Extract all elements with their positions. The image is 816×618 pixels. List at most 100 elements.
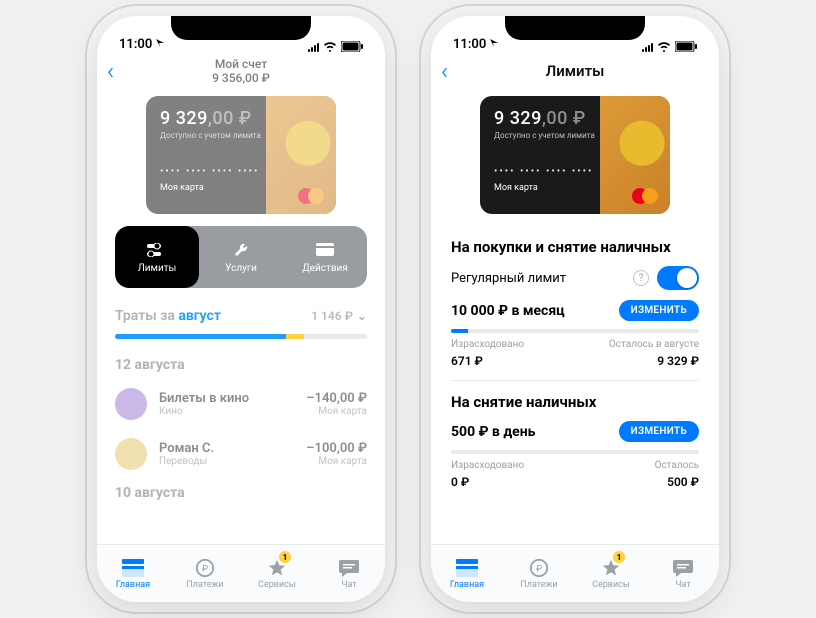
wifi-icon <box>657 41 671 52</box>
page-title: Лимиты <box>546 62 605 80</box>
wifi-icon <box>323 41 337 52</box>
tab-payments[interactable]: ₽ Платежи <box>503 545 575 602</box>
tab-payments[interactable]: ₽ Платежи <box>169 545 241 602</box>
back-button[interactable]: ‹ <box>441 57 448 85</box>
tx-amount: –140,00 ₽ <box>306 391 367 406</box>
tab-services[interactable]: Услуги <box>199 226 283 288</box>
tab-payments-label: Платежи <box>520 580 557 590</box>
tab-chat-label: Чат <box>675 580 690 590</box>
cellular-icon <box>642 42 653 52</box>
card-icon <box>316 241 334 259</box>
change-button[interactable]: ИЗМЕНИТЬ <box>619 300 699 321</box>
mastercard-icon <box>632 188 658 204</box>
tx-title: Билеты в кино <box>159 391 294 406</box>
notch <box>505 16 645 40</box>
svg-text:₽: ₽ <box>536 564 542 574</box>
phone-account: 11:00 ‹ Мой счет 9 356,00 ₽ 9 329,00 ₽ Д… <box>97 16 385 602</box>
tab-chat[interactable]: Чат <box>647 545 719 602</box>
tab-home[interactable]: Главная <box>431 545 503 602</box>
spending-progress <box>115 334 367 339</box>
tx-amount: –100,00 ₽ <box>306 441 367 456</box>
battery-icon <box>341 41 363 52</box>
payments-icon: ₽ <box>528 558 550 578</box>
chat-icon <box>338 558 360 578</box>
limit-amount: 500 ₽ в день <box>451 424 535 440</box>
action-tabs: Лимиты Услуги Действия <box>115 226 367 288</box>
back-button[interactable]: ‹ <box>107 57 114 85</box>
spent-value: 671 ₽ <box>451 354 483 368</box>
spend-month: август <box>178 308 221 324</box>
card-number-mask: •••• •••• •••• •••• <box>160 166 322 177</box>
card-subtitle: Доступно с учетом лимита <box>160 131 322 140</box>
tab-services[interactable]: 1 Сервисы <box>575 545 647 602</box>
bank-card[interactable]: 9 329,00 ₽ Доступно с учетом лимита ••••… <box>146 96 336 214</box>
toggle-label: Регулярный лимит <box>451 271 566 286</box>
transaction-row[interactable]: Роман С. Переводы –100,00 ₽ Моя карта <box>97 429 385 479</box>
category-icon <box>115 388 147 420</box>
navbar: ‹ Лимиты <box>431 54 719 88</box>
tx-category: Переводы <box>159 456 294 467</box>
left-label: Осталось <box>655 460 699 471</box>
tx-source: Моя карта <box>306 456 367 467</box>
limits-icon <box>147 241 167 259</box>
cellular-icon <box>308 42 319 52</box>
date-header: 12 августа <box>97 351 385 379</box>
status-time: 11:00 <box>119 37 165 52</box>
spend-prefix: Траты за <box>115 308 175 324</box>
home-icon <box>122 558 144 578</box>
tab-home-label: Главная <box>116 580 150 590</box>
badge: 1 <box>613 551 625 563</box>
limit-progress <box>451 329 699 333</box>
payments-icon: ₽ <box>194 558 216 578</box>
category-icon <box>115 438 147 470</box>
navbar: ‹ Мой счет 9 356,00 ₽ <box>97 54 385 88</box>
transaction-row[interactable]: Билеты в кино Кино –140,00 ₽ Моя карта <box>97 379 385 429</box>
tab-chat-label: Чат <box>341 580 356 590</box>
tab-payments-label: Платежи <box>186 580 223 590</box>
tab-services-label: Сервисы <box>258 580 296 590</box>
tab-actions[interactable]: Действия <box>283 226 367 288</box>
spending-header[interactable]: Траты за август 1 146 ₽ ⌄ <box>97 302 385 330</box>
wrench-icon <box>233 241 249 259</box>
spent-value: 0 ₽ <box>451 475 469 489</box>
badge: 1 <box>279 551 291 563</box>
tab-home[interactable]: Главная <box>97 545 169 602</box>
phone-limits: 11:00 ‹ Лимиты 9 329,00 ₽ Доступно с уче… <box>431 16 719 602</box>
left-label: Осталось в августе <box>609 339 699 350</box>
tab-home-label: Главная <box>450 580 484 590</box>
tab-services[interactable]: 1 Сервисы <box>241 545 313 602</box>
tabbar: Главная ₽ Платежи 1 Сервисы Чат <box>97 544 385 602</box>
change-button[interactable]: ИЗМЕНИТЬ <box>619 421 699 442</box>
tab-actions-label: Действия <box>302 263 348 274</box>
bank-card[interactable]: 9 329,00 ₽ Доступно с учетом лимита ••••… <box>480 96 670 214</box>
tx-source: Моя карта <box>306 406 367 417</box>
tab-limits-label: Лимиты <box>138 263 177 274</box>
status-time: 11:00 <box>453 37 499 52</box>
mastercard-icon <box>298 188 324 204</box>
tab-services-label: Сервисы <box>592 580 630 590</box>
page-title: Мой счет <box>215 57 267 71</box>
left-value: 500 ₽ <box>667 475 699 489</box>
section-heading: На снятие наличных <box>451 393 699 411</box>
help-button[interactable]: ? <box>633 270 649 286</box>
home-icon <box>456 558 478 578</box>
svg-text:₽: ₽ <box>202 564 208 574</box>
tx-category: Кино <box>159 406 294 417</box>
limit-amount: 10 000 ₽ в месяц <box>451 303 565 319</box>
section-heading: На покупки и снятие наличных <box>451 238 699 256</box>
account-balance: 9 356,00 ₽ <box>212 71 270 85</box>
left-value: 9 329 ₽ <box>657 354 699 368</box>
tab-services-label: Услуги <box>225 263 257 274</box>
chevron-down-icon: ⌄ <box>357 309 367 323</box>
card-subtitle: Доступно с учетом лимита <box>494 131 656 140</box>
date-header: 10 августа <box>97 479 385 507</box>
card-number-mask: •••• •••• •••• •••• <box>494 166 656 177</box>
tab-limits[interactable]: Лимиты <box>115 226 199 288</box>
tab-chat[interactable]: Чат <box>313 545 385 602</box>
spend-total: 1 146 ₽ <box>311 309 353 323</box>
divider <box>451 380 699 381</box>
tabbar: Главная ₽ Платежи 1 Сервисы Чат <box>431 544 719 602</box>
tx-title: Роман С. <box>159 441 294 456</box>
regular-limit-toggle[interactable] <box>657 266 699 290</box>
limit-progress <box>451 450 699 454</box>
